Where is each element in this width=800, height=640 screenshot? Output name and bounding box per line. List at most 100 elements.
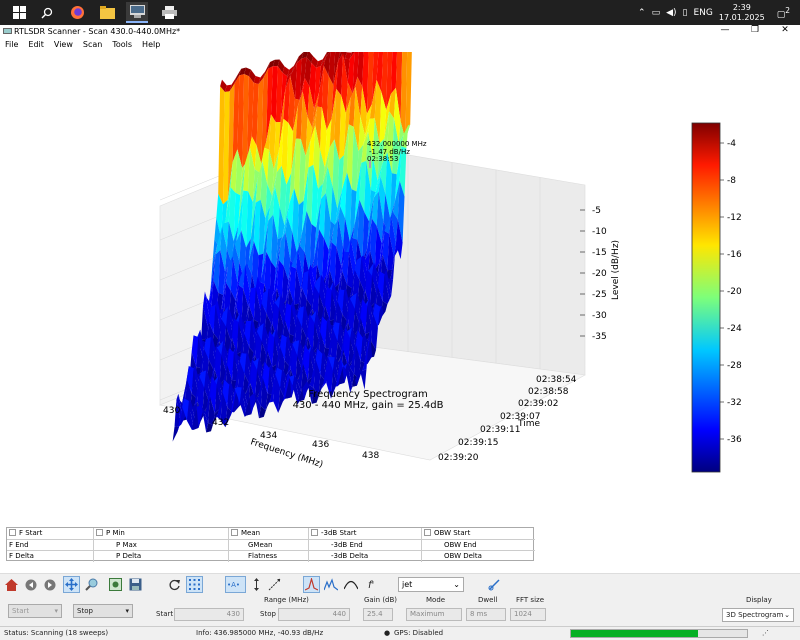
windows-icon[interactable] (8, 2, 30, 23)
p-min-checkbox[interactable] (96, 529, 103, 536)
flatness-cell: Flatness (228, 551, 308, 562)
grid-icon[interactable] (186, 576, 203, 593)
configure-subplots-icon[interactable] (107, 576, 124, 593)
colormap-edit-icon[interactable] (486, 576, 503, 593)
search-icon[interactable] (36, 2, 58, 23)
mode-value: Maximum (410, 610, 445, 618)
auto-scale-freq-icon[interactable] (248, 576, 265, 593)
stop-scan-button[interactable]: Stop ▾ (73, 604, 133, 618)
p-min-label: P Min (106, 529, 125, 537)
x-tick-label: 438 (362, 451, 379, 461)
gain-select[interactable]: 25.4 (363, 608, 393, 621)
p-min-cell: P Min (93, 528, 228, 539)
zoom-icon[interactable] (83, 576, 100, 593)
f-delta-cell: F Delta (7, 551, 93, 562)
gps-icon: ● (384, 629, 391, 637)
svg-text:f': f' (368, 580, 374, 591)
x-tick-label: 434 (260, 431, 277, 441)
colormap-select[interactable]: jet ⌄ (398, 577, 464, 592)
chevron-down-icon: ⌄ (784, 611, 790, 619)
resize-grip-icon[interactable]: ⋰ (762, 629, 769, 637)
y-tick-label: 02:39:02 (518, 399, 558, 409)
3db-end-label: -3dB End (331, 541, 363, 549)
colorbar-tick-label: -12 (727, 213, 742, 223)
auto-scale-level-icon[interactable]: •A• (225, 576, 246, 593)
dwell-select[interactable]: 8 ms (466, 608, 506, 621)
fft-size-select[interactable]: 1024 (510, 608, 546, 621)
measurements-table: F Start P Min Mean -3dB Start OBW Start … (6, 527, 535, 562)
3db-checkbox[interactable] (311, 529, 318, 536)
network-icon[interactable]: ▭ (652, 8, 661, 18)
scan-progress-fill (571, 630, 698, 637)
obw-delta-label: OBW Delta (444, 552, 482, 560)
flatness-label: Flatness (248, 552, 278, 560)
menu-help[interactable]: Help (137, 40, 165, 52)
f-start-cell: F Start (7, 528, 93, 539)
chevron-down-icon: ⌄ (453, 580, 460, 589)
volume-icon[interactable]: ◀) (666, 8, 676, 18)
firefox-icon[interactable] (66, 2, 88, 23)
menu-edit[interactable]: Edit (23, 40, 49, 52)
gmean-label: GMean (248, 541, 273, 549)
back-icon[interactable] (22, 576, 39, 593)
colorbar (691, 122, 721, 473)
3db-start-label: -3dB Start (321, 529, 357, 537)
menu-view[interactable]: View (49, 40, 78, 52)
table-row: F Start P Min Mean -3dB Start OBW Start (7, 528, 535, 539)
mean-checkbox[interactable] (231, 529, 238, 536)
diff-icon[interactable]: f' (364, 576, 381, 593)
pan-icon[interactable] (63, 576, 80, 593)
window-titlebar[interactable]: RTLSDR Scanner - Scan 430.0-440.0MHz* — … (0, 25, 800, 40)
colorbar-tick-label: -20 (727, 287, 742, 297)
notifications-icon[interactable]: ▢2 (777, 6, 790, 20)
start-freq-field[interactable]: 430 (174, 608, 244, 621)
smooth-icon[interactable] (342, 576, 359, 593)
3db-delta-cell: -3dB Delta (308, 551, 421, 562)
rtlsdr-app-icon[interactable] (126, 2, 148, 23)
peak-icon[interactable] (303, 576, 320, 593)
f-start-checkbox[interactable] (9, 529, 16, 536)
maximize-button[interactable]: ❐ (740, 25, 770, 35)
auto-scale-time-icon[interactable] (266, 576, 283, 593)
menu-file[interactable]: File (0, 40, 23, 52)
menu-scan[interactable]: Scan (78, 40, 107, 52)
menu-tools[interactable]: Tools (107, 40, 137, 52)
chart-subtitle: 430 - 440 MHz, gain = 25.4dB (293, 400, 444, 411)
taskbar: ⌃ ▭ ◀) ▯ ENG 2:39 17.01.2025 ▢2 (0, 0, 800, 25)
printer-app-icon[interactable] (158, 2, 180, 23)
file-explorer-icon[interactable] (96, 2, 118, 23)
home-icon[interactable] (3, 576, 20, 593)
save-icon[interactable] (127, 576, 144, 593)
mode-label: Mode (426, 596, 446, 604)
mean-label: Mean (241, 529, 261, 537)
display-select[interactable]: 3D Spectrogram ⌄ (722, 608, 794, 622)
spectrogram-3d-plot[interactable]: 432.000000 MHz -1.47 dB/Hz 02:38:53 4304… (0, 26, 800, 524)
chevron-up-icon[interactable]: ⌃ (638, 8, 646, 18)
y-tick-label: 02:39:15 (458, 438, 498, 448)
f-end-label: F End (9, 541, 29, 549)
clock[interactable]: 2:39 17.01.2025 (719, 3, 765, 23)
colormap-value: jet (402, 580, 413, 589)
obw-start-cell: OBW Start (421, 528, 535, 539)
peaks-icon[interactable] (322, 576, 339, 593)
plot-area[interactable]: 432.000000 MHz -1.47 dB/Hz 02:38:53 430 4… (0, 26, 800, 524)
fft-size-value: 1024 (514, 610, 532, 618)
start-scan-button[interactable]: Start ▾ (8, 604, 62, 618)
battery-icon[interactable]: ▯ (683, 8, 688, 18)
svg-text:•A•: •A• (227, 581, 240, 589)
close-button[interactable]: ✕ (770, 25, 800, 35)
stop-freq-field[interactable]: 440 (278, 608, 350, 621)
y-tick-label: 02:39:20 (438, 453, 479, 463)
forward-icon[interactable] (41, 576, 58, 593)
minimize-button[interactable]: — (710, 25, 740, 35)
mode-select[interactable]: Maximum (406, 608, 462, 621)
obw-checkbox[interactable] (424, 529, 431, 536)
language-indicator[interactable]: ENG (693, 8, 712, 18)
refresh-icon[interactable] (166, 576, 183, 593)
p-delta-label: P Delta (116, 552, 142, 560)
dwell-value: 8 ms (470, 610, 488, 618)
obw-delta-cell: OBW Delta (421, 551, 535, 562)
dwell-label: Dwell (478, 596, 498, 604)
x-tick-label: 432 (212, 418, 229, 428)
y-tick-label: 02:38:58 (528, 387, 569, 397)
